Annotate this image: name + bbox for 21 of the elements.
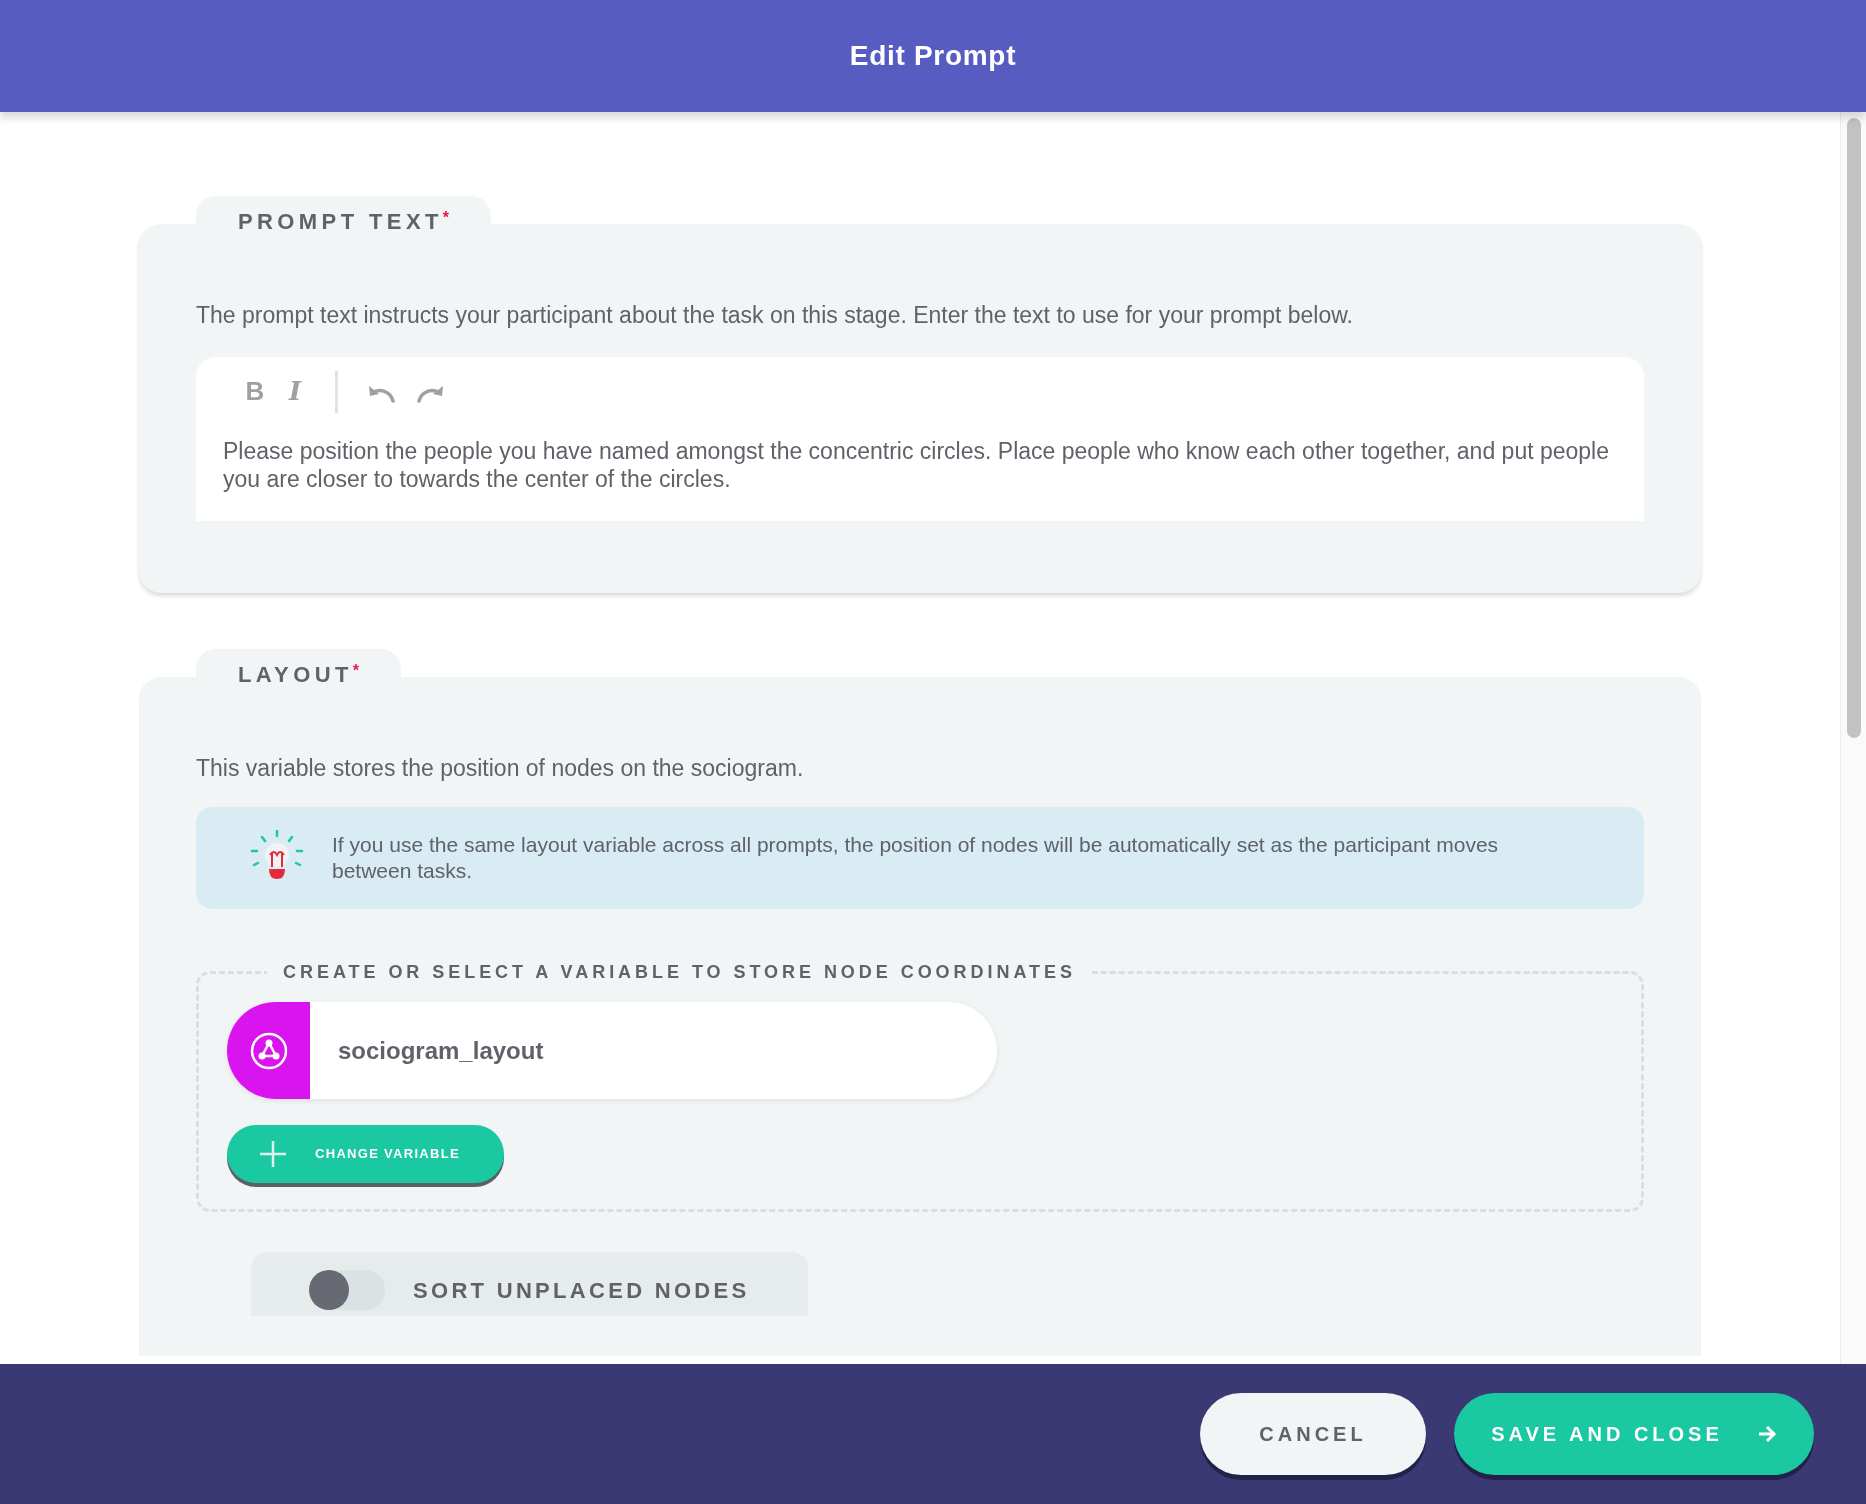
- tip-text: If you use the same layout variable across all prompts, the position of nodes will be automatically set as the participant moves between tasks.: [332, 832, 1500, 884]
- variable-pill[interactable]: sociogram_layout: [227, 1002, 997, 1099]
- toggle-switch[interactable]: [309, 1270, 385, 1310]
- arrow-right-icon: [1756, 1425, 1777, 1443]
- network-icon: [249, 1031, 288, 1070]
- variable-name: sociogram_layout: [338, 1035, 544, 1066]
- required-mark: *: [442, 210, 450, 226]
- section-title: LAYOUT: [238, 662, 353, 687]
- toggle-knob: [309, 1270, 349, 1310]
- required-mark: *: [352, 662, 360, 679]
- window-title: Edit Prompt: [849, 39, 1017, 73]
- prompt-text: Please position the people you have named amongst the concentric circles. Place people who know each other together, and put people you are closer to towards the center of the circles.: [223, 436, 1611, 493]
- italic-button[interactable]: I: [275, 371, 315, 412]
- fieldset-label: CREATE OR SELECT A VARIABLE TO STORE NODE COORDINATES: [283, 962, 1076, 982]
- section-title: PROMPT TEXT: [238, 210, 443, 234]
- section-description: The prompt text instructs your participant about the task on this stage. Enter the text to use for your prompt below.: [196, 301, 1354, 330]
- toggle-label: SORT UNPLACED NODES: [413, 1276, 750, 1305]
- bold-button[interactable]: B: [235, 371, 275, 412]
- rich-text-editor[interactable]: B I Please position the people you have named amongst the concentric circles. Place people who know each other together, and put people you are closer to towards the center of the circles.: [196, 356, 1644, 521]
- section-description: This variable stores the position of nodes on the sociogram.: [196, 753, 805, 783]
- plus-icon: [259, 1140, 287, 1168]
